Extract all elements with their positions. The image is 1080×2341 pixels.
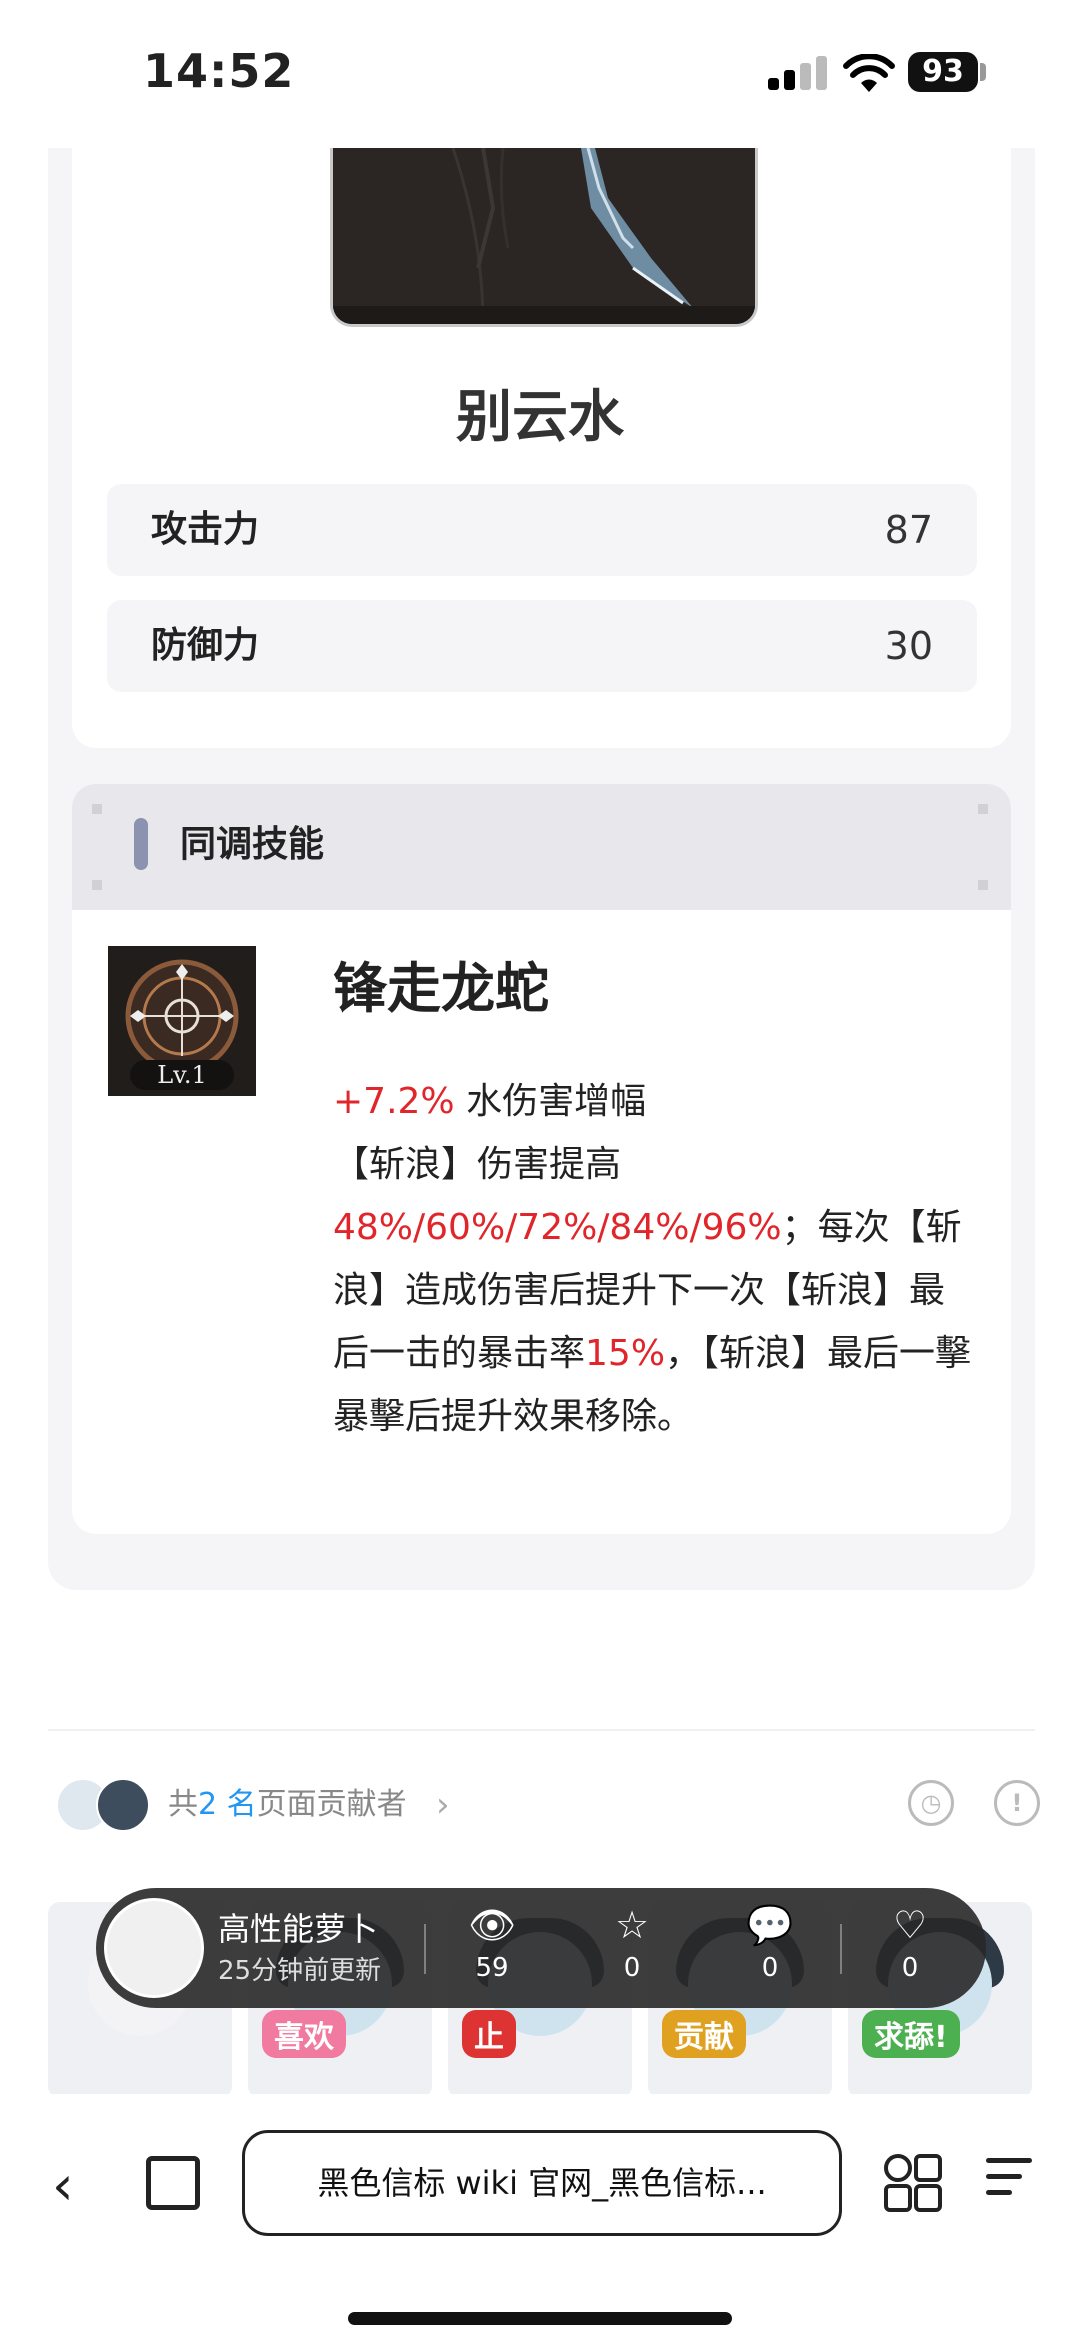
battery-icon: 93 <box>908 52 978 92</box>
home-indicator <box>348 2312 732 2325</box>
like-button[interactable]: ♡ 0 <box>870 1902 950 1988</box>
author-name[interactable]: 高性能萝卜 <box>218 1904 378 1950</box>
section-accent-bar <box>134 818 148 870</box>
likes-count: 0 <box>901 1953 919 1983</box>
separator <box>424 1924 426 1974</box>
desc-text: 水伤害增幅 <box>454 1081 647 1122</box>
weapon-illustration <box>333 148 755 324</box>
corner-dot <box>978 804 988 814</box>
sticker-tag: 喜欢 <box>262 2010 346 2058</box>
weapon-name: 别云水 <box>456 385 624 450</box>
wifi-icon <box>843 54 895 92</box>
battery-tip <box>980 63 986 81</box>
weapon-image[interactable] <box>330 148 758 327</box>
comments-count: 0 <box>761 1953 779 1983</box>
eye-icon: 👁 <box>467 1903 517 1947</box>
stars-count: 0 <box>623 1953 641 1983</box>
contributor-avatar <box>96 1778 150 1832</box>
history-icon[interactable]: ◷ <box>908 1780 954 1826</box>
contributors-suffix: 页面贡献者 <box>256 1787 407 1822</box>
corner-dot <box>92 804 102 814</box>
status-bar: 14:52 93 <box>0 0 1080 148</box>
corner-dot <box>978 880 988 890</box>
separator <box>840 1924 842 1974</box>
sticker-tag: 止 <box>462 2010 516 2058</box>
sticker-tag: 求舔! <box>862 2010 960 2058</box>
grid-icon[interactable] <box>884 2154 942 2212</box>
report-icon[interactable]: ! <box>994 1780 1040 1826</box>
skill-name: 锋走龙蛇 <box>333 957 549 1020</box>
divider <box>48 1729 1035 1731</box>
comment-button[interactable]: 💬 0 <box>730 1902 810 1988</box>
skill-description: +7.2% 水伤害增幅 【斩浪】伤害提高 48%/60%/72%/84%/96%；每… <box>333 1070 973 1448</box>
desc-text: 【斩浪】伤害提高 <box>333 1144 622 1185</box>
stat-row-defense: 防御力 30 <box>107 600 977 692</box>
contributors-row[interactable]: 共2 名页面贡献者 › ◷ ! <box>56 1778 1040 1838</box>
stat-label: 攻击力 <box>151 509 260 550</box>
skill-section-header: 同调技能 <box>72 784 1011 910</box>
section-title: 同调技能 <box>180 824 325 865</box>
floating-author-bar: 高性能萝卜 25分钟前更新 👁 59 ☆ 0 💬 0 ♡ 0 <box>96 1888 986 2008</box>
tab-switch-icon[interactable] <box>146 2156 200 2210</box>
browser-toolbar: ‹ 黑色信标 wiki 官网_黑色信标... <box>0 2094 1080 2341</box>
contributors-prefix: 共 <box>168 1787 198 1822</box>
menu-icon[interactable] <box>986 2158 1032 2206</box>
stat-row-attack: 攻击力 87 <box>107 484 977 576</box>
stat-label: 防御力 <box>151 625 260 666</box>
desc-red-value: 48%/60%/72%/84%/96% <box>333 1207 782 1248</box>
contributors-text: 共2 名页面贡献者 <box>168 1778 407 1832</box>
desc-red-value: +7.2% <box>333 1081 455 1122</box>
signal-icon <box>768 56 828 90</box>
chevron-right-icon: › <box>436 1785 450 1825</box>
heart-icon: ♡ <box>892 1903 928 1947</box>
star-icon: ☆ <box>614 1903 650 1947</box>
contributors-count: 2 名 <box>198 1787 257 1822</box>
desc-red-value: 15% <box>585 1333 666 1374</box>
skill-level-badge: Lv.1 <box>130 1060 234 1090</box>
views-stat: 👁 59 <box>452 1902 532 1988</box>
updated-time: 25分钟前更新 <box>218 1956 382 1986</box>
stat-value: 87 <box>884 508 933 552</box>
corner-dot <box>92 880 102 890</box>
status-time: 14:52 <box>143 44 295 98</box>
author-avatar[interactable] <box>104 1898 204 1998</box>
back-icon[interactable]: ‹ <box>52 2154 74 2217</box>
sticker-tag: 贡献 <box>662 2010 746 2058</box>
comment-icon: 💬 <box>746 1903 794 1947</box>
address-bar[interactable]: 黑色信标 wiki 官网_黑色信标... <box>242 2130 842 2236</box>
star-button[interactable]: ☆ 0 <box>592 1902 672 1988</box>
skill-icon: Lv.1 <box>108 946 256 1096</box>
views-count: 59 <box>475 1953 509 1983</box>
stat-value: 30 <box>884 624 933 668</box>
